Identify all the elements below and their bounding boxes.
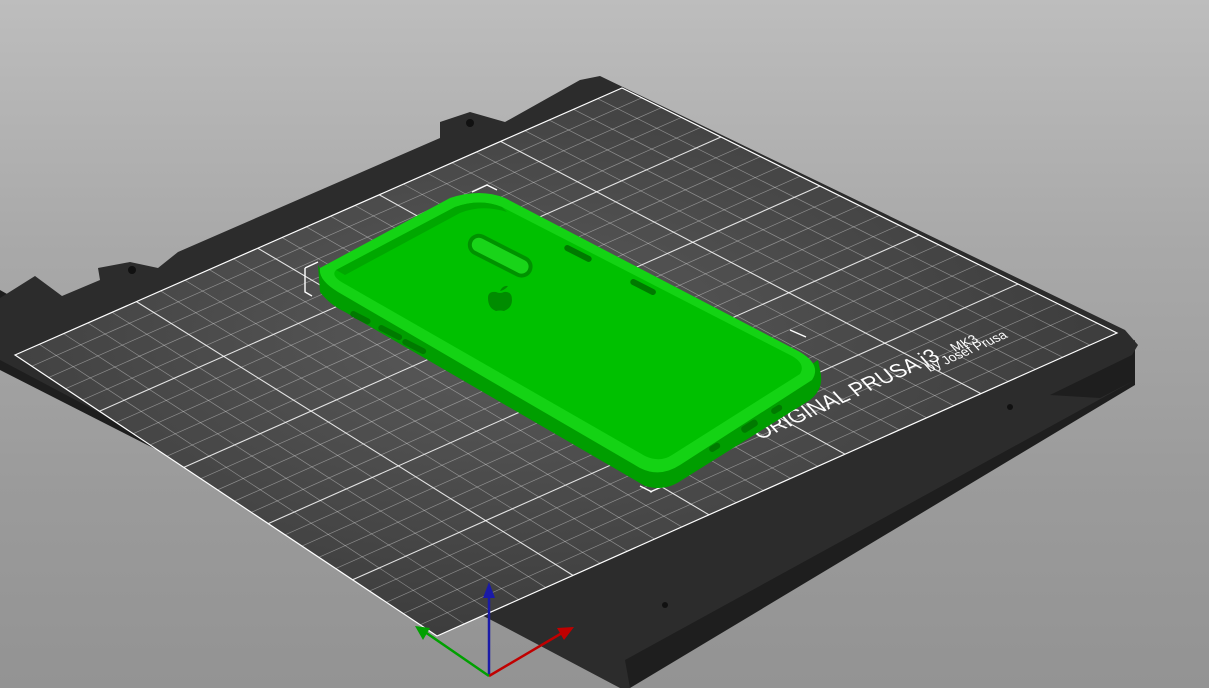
3d-viewport[interactable]: ORIGINAL PRUSA i3 MK3 by Josef Prusa: [0, 0, 1209, 688]
axis-y-line: [424, 630, 490, 678]
bed-hole: [1007, 404, 1013, 410]
bed-hole: [466, 119, 474, 127]
scene-canvas[interactable]: ORIGINAL PRUSA i3 MK3 by Josef Prusa: [0, 0, 1209, 688]
bed-hole: [128, 266, 136, 274]
axis-x-line: [488, 631, 563, 678]
bed-hole: [662, 602, 668, 608]
